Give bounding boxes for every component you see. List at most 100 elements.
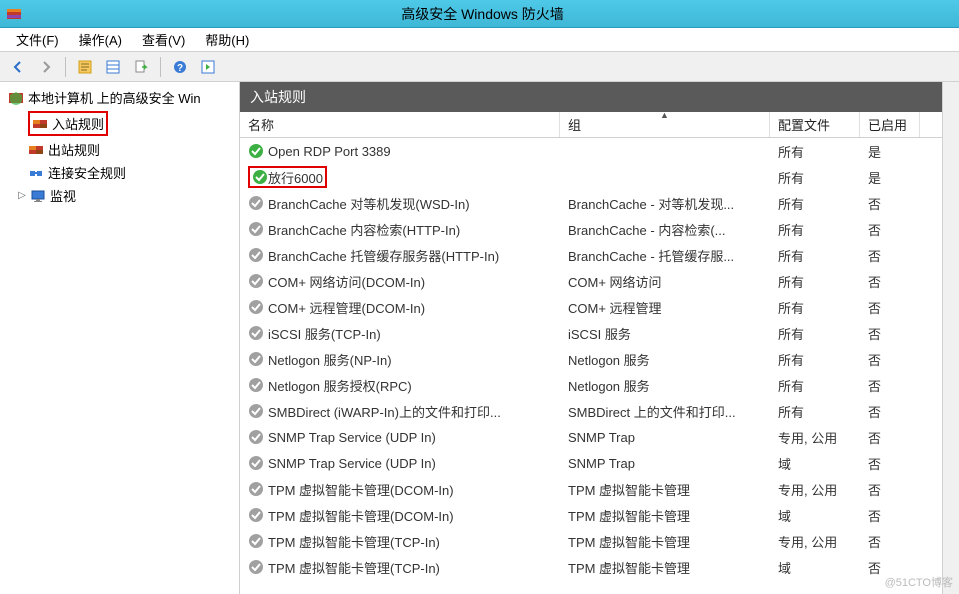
rule-enabled-cell: 否 xyxy=(860,376,920,395)
rule-disabled-icon xyxy=(248,351,264,367)
rule-group-cell: Netlogon 服务 xyxy=(560,350,770,369)
titlebar: 高级安全 Windows 防火墙 xyxy=(0,0,959,28)
toolbar: ? xyxy=(0,52,959,82)
list-view-button[interactable] xyxy=(101,55,125,79)
rule-row[interactable]: BranchCache 托管缓存服务器(HTTP-In)BranchCache … xyxy=(240,242,959,268)
tree-connsec[interactable]: 连接安全规则 xyxy=(4,161,235,184)
tree-monitor-label: 监视 xyxy=(50,186,76,205)
rule-row[interactable]: TPM 虚拟智能卡管理(TCP-In)TPM 虚拟智能卡管理专用, 公用否 xyxy=(240,528,959,554)
rule-name-cell: SNMP Trap Service (UDP In) xyxy=(240,429,560,445)
rule-disabled-icon xyxy=(248,247,264,263)
rule-row[interactable]: Open RDP Port 3389 所有是 xyxy=(240,138,959,164)
rule-row[interactable]: SMBDirect (iWARP-In)上的文件和打印...SMBDirect … xyxy=(240,398,959,424)
rule-row[interactable]: SNMP Trap Service (UDP In)SNMP Trap域否 xyxy=(240,450,959,476)
rule-name: SNMP Trap Service (UDP In) xyxy=(268,456,436,471)
nav-forward-button[interactable] xyxy=(34,55,58,79)
rule-name-cell: SNMP Trap Service (UDP In) xyxy=(240,455,560,471)
rule-group-cell: TPM 虚拟智能卡管理 xyxy=(560,506,770,525)
rule-enabled-cell: 否 xyxy=(860,402,920,421)
rule-enabled-cell: 否 xyxy=(860,454,920,473)
rule-row[interactable]: BranchCache 内容检索(HTTP-In)BranchCache - 内… xyxy=(240,216,959,242)
right-scrollbar-track[interactable] xyxy=(942,82,959,594)
column-enabled[interactable]: 已启用 xyxy=(860,112,920,137)
tree-outbound[interactable]: 出站规则 xyxy=(4,138,235,161)
rule-row[interactable]: COM+ 远程管理(DCOM-In)COM+ 远程管理所有否 xyxy=(240,294,959,320)
rule-profile-cell: 所有 xyxy=(770,142,860,161)
column-name[interactable]: 名称 xyxy=(240,112,560,137)
rule-row[interactable]: iSCSI 服务(TCP-In)iSCSI 服务所有否 xyxy=(240,320,959,346)
rule-profile-cell: 所有 xyxy=(770,402,860,421)
menu-view[interactable]: 查看(V) xyxy=(132,28,195,51)
svg-text:?: ? xyxy=(177,63,183,74)
menu-file[interactable]: 文件(F) xyxy=(6,28,69,51)
rule-group-cell: SNMP Trap xyxy=(560,456,770,471)
rule-enabled-cell: 是 xyxy=(860,168,920,187)
tree-inbound[interactable]: 入站规则 xyxy=(4,109,235,138)
rule-name-cell: Open RDP Port 3389 xyxy=(240,143,560,159)
rule-name: COM+ 网络访问(DCOM-In) xyxy=(268,272,425,291)
list-body[interactable]: Open RDP Port 3389所有是放行6000所有是BranchCach… xyxy=(240,138,959,594)
help-button[interactable]: ? xyxy=(168,55,192,79)
rule-disabled-icon xyxy=(248,481,264,497)
rule-disabled-icon xyxy=(248,325,264,341)
rule-enabled-cell: 否 xyxy=(860,532,920,551)
rule-row[interactable]: TPM 虚拟智能卡管理(TCP-In)TPM 虚拟智能卡管理域否 xyxy=(240,554,959,580)
rule-row[interactable]: TPM 虚拟智能卡管理(DCOM-In)TPM 虚拟智能卡管理专用, 公用否 xyxy=(240,476,959,502)
rule-group-cell: BranchCache - 内容检索(... xyxy=(560,220,770,239)
expand-icon[interactable]: ▷ xyxy=(16,190,28,202)
menu-action[interactable]: 操作(A) xyxy=(69,28,132,51)
rule-enabled-cell: 否 xyxy=(860,480,920,499)
tree-root[interactable]: 本地计算机 上的高级安全 Win xyxy=(4,86,235,109)
rule-enabled-cell: 是 xyxy=(860,142,920,161)
rule-disabled-icon xyxy=(248,559,264,575)
rule-row[interactable]: TPM 虚拟智能卡管理(DCOM-In)TPM 虚拟智能卡管理域否 xyxy=(240,502,959,528)
rule-name-cell: iSCSI 服务(TCP-In) xyxy=(240,324,560,343)
rule-name-cell: TPM 虚拟智能卡管理(TCP-In) xyxy=(240,532,560,551)
rule-disabled-icon xyxy=(248,403,264,419)
column-headers: 名称 ▲组 配置文件 已启用 xyxy=(240,112,959,138)
rule-row[interactable]: Netlogon 服务(NP-In)Netlogon 服务所有否 xyxy=(240,346,959,372)
rule-enabled-cell: 否 xyxy=(860,272,920,291)
rule-enabled-cell: 否 xyxy=(860,350,920,369)
rule-name: TPM 虚拟智能卡管理(TCP-In) xyxy=(268,532,440,551)
tree-monitor[interactable]: ▷ 监视 xyxy=(4,184,235,207)
rule-enabled-icon xyxy=(248,143,264,159)
rule-profile-cell: 所有 xyxy=(770,194,860,213)
rule-disabled-icon xyxy=(248,221,264,237)
column-profile[interactable]: 配置文件 xyxy=(770,112,860,137)
rule-enabled-cell: 否 xyxy=(860,220,920,239)
sort-ascending-icon: ▲ xyxy=(660,110,669,120)
rule-name-cell: TPM 虚拟智能卡管理(TCP-In) xyxy=(240,558,560,577)
rule-disabled-icon xyxy=(248,377,264,393)
tree-inbound-label: 入站规则 xyxy=(52,114,104,133)
rule-row[interactable]: SNMP Trap Service (UDP In)SNMP Trap专用, 公… xyxy=(240,424,959,450)
rule-disabled-icon xyxy=(248,429,264,445)
rule-profile-cell: 所有 xyxy=(770,272,860,291)
rule-row[interactable]: 放行6000所有是 xyxy=(240,164,959,190)
rule-row[interactable]: COM+ 网络访问(DCOM-In)COM+ 网络访问所有否 xyxy=(240,268,959,294)
rule-group-cell: iSCSI 服务 xyxy=(560,324,770,343)
refresh-button[interactable] xyxy=(196,55,220,79)
menu-help[interactable]: 帮助(H) xyxy=(195,28,259,51)
rule-row[interactable]: BranchCache 对等机发现(WSD-In)BranchCache - 对… xyxy=(240,190,959,216)
rule-group-cell: TPM 虚拟智能卡管理 xyxy=(560,558,770,577)
watermark: @51CTO博客 xyxy=(885,574,953,590)
column-group[interactable]: ▲组 xyxy=(560,112,770,137)
rule-disabled-icon xyxy=(248,273,264,289)
rule-profile-cell: 域 xyxy=(770,558,860,577)
rule-enabled-icon xyxy=(252,169,268,185)
list-title-bar: 入站规则 xyxy=(240,82,959,112)
rule-disabled-icon xyxy=(248,533,264,549)
export-button[interactable] xyxy=(129,55,153,79)
rule-disabled-icon xyxy=(248,507,264,523)
firewall-root-icon xyxy=(8,90,24,106)
rule-profile-cell: 域 xyxy=(770,506,860,525)
nav-back-button[interactable] xyxy=(6,55,30,79)
rule-profile-cell: 专用, 公用 xyxy=(770,428,860,447)
rule-name-cell: BranchCache 对等机发现(WSD-In) xyxy=(240,194,560,213)
rule-profile-cell: 所有 xyxy=(770,324,860,343)
new-rule-button[interactable] xyxy=(73,55,97,79)
rule-name-cell: Netlogon 服务(NP-In) xyxy=(240,350,560,369)
rule-group-cell: SNMP Trap xyxy=(560,430,770,445)
rule-row[interactable]: Netlogon 服务授权(RPC)Netlogon 服务所有否 xyxy=(240,372,959,398)
